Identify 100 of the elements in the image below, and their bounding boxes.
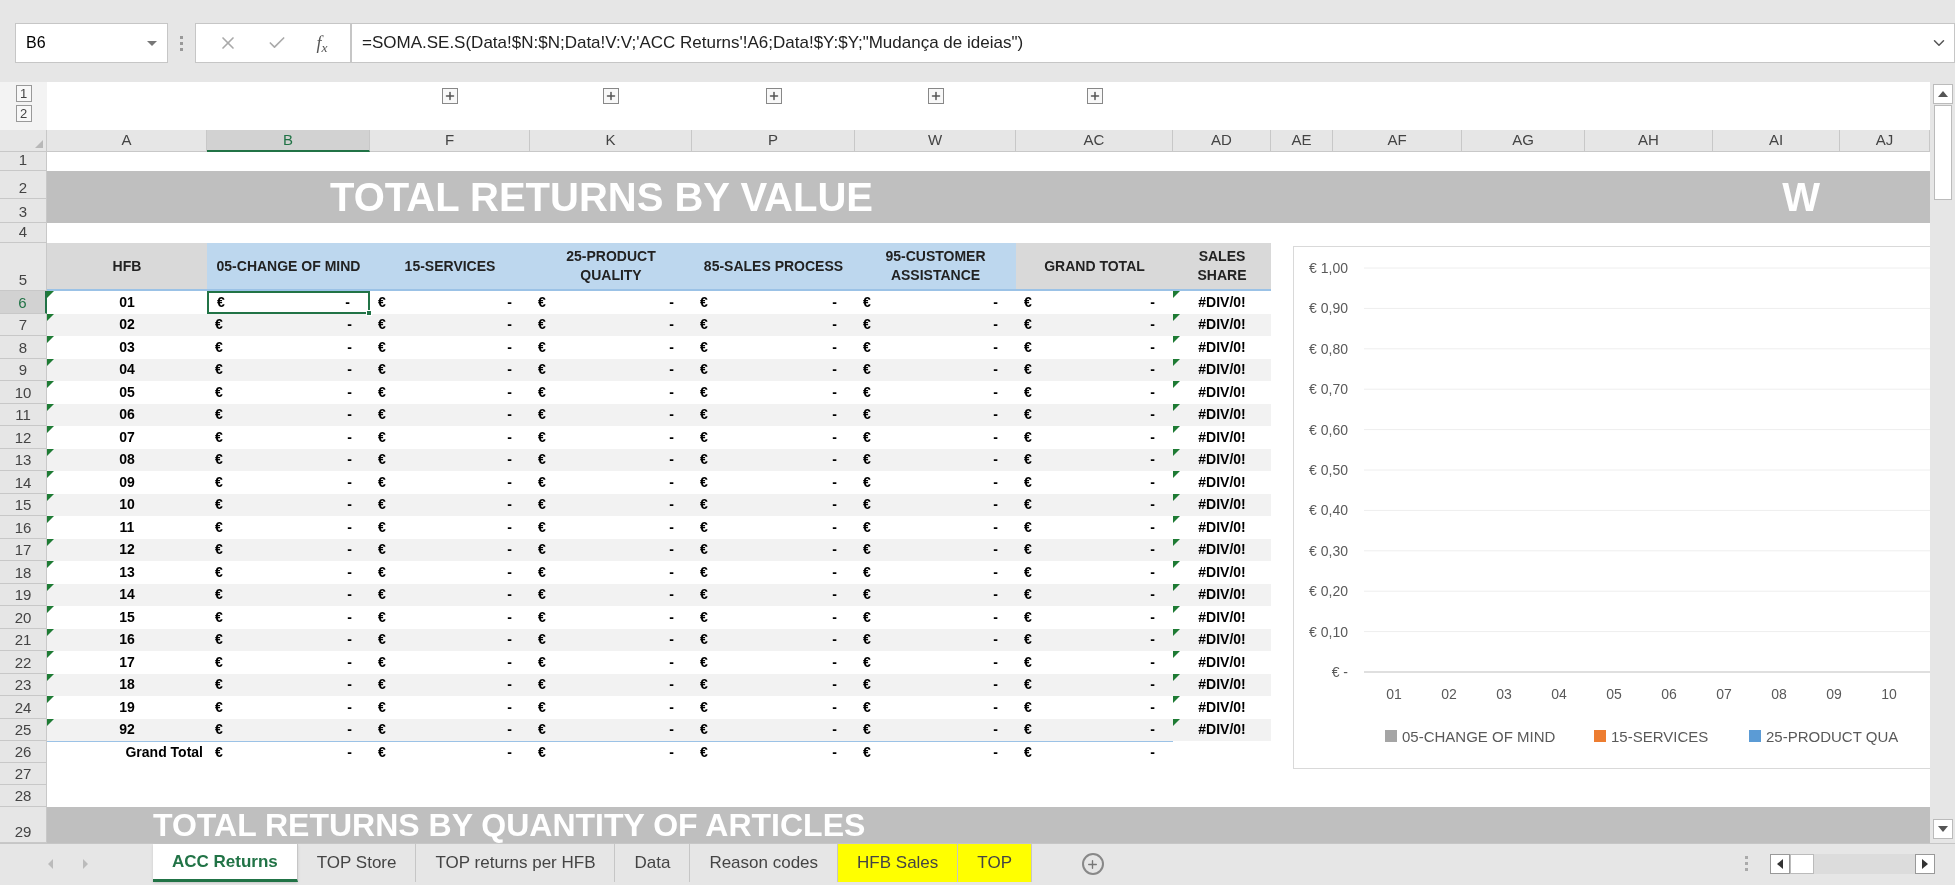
- expand-group-button[interactable]: [765, 88, 782, 104]
- currency-sign: €: [1024, 292, 1032, 312]
- add-sheet-icon[interactable]: [1081, 853, 1104, 875]
- column-header[interactable]: AI: [1713, 130, 1840, 152]
- sales-share-value: #DIV/0!: [1198, 540, 1246, 560]
- hfb-code: 18: [119, 675, 135, 695]
- hfb-code: 13: [119, 562, 135, 582]
- row-header[interactable]: 19: [0, 583, 47, 606]
- row-header[interactable]: 16: [0, 516, 47, 539]
- currency-sign: €: [863, 360, 871, 380]
- column-header[interactable]: AD: [1173, 130, 1271, 152]
- outline-level-button[interactable]: 1: [15, 85, 32, 102]
- row-header[interactable]: 10: [0, 381, 47, 404]
- row-header[interactable]: 18: [0, 561, 47, 584]
- name-box[interactable]: B6: [15, 23, 168, 63]
- active-cell[interactable]: € -: [207, 291, 370, 314]
- sheet-tab[interactable]: TOP: [958, 844, 1032, 882]
- currency-sign: €: [378, 562, 386, 582]
- row-header[interactable]: 28: [0, 785, 47, 807]
- sheet-tab[interactable]: TOP returns per HFB: [416, 844, 616, 882]
- row-header[interactable]: 17: [0, 538, 47, 561]
- hfb-code: 19: [119, 697, 135, 717]
- scroll-right-button[interactable]: [1915, 854, 1935, 874]
- cell-value: -: [832, 585, 837, 605]
- row-header[interactable]: 27: [0, 763, 47, 785]
- column-header[interactable]: AC: [1016, 130, 1173, 152]
- cell-value: -: [347, 517, 352, 537]
- row-header[interactable]: 6: [0, 291, 47, 314]
- cell-value: -: [993, 292, 998, 312]
- currency-sign: €: [215, 697, 223, 717]
- currency-sign: €: [215, 743, 223, 762]
- row-header[interactable]: 8: [0, 336, 47, 359]
- row-header[interactable]: 14: [0, 471, 47, 494]
- row-header[interactable]: 7: [0, 313, 47, 336]
- outline-level-button[interactable]: 2: [15, 105, 32, 122]
- cell-value: -: [832, 540, 837, 560]
- column-header[interactable]: AF: [1333, 130, 1462, 152]
- row-header[interactable]: 24: [0, 696, 47, 719]
- row-header[interactable]: 9: [0, 358, 47, 381]
- row-header[interactable]: 23: [0, 673, 47, 696]
- sales-share-value: #DIV/0!: [1198, 697, 1246, 717]
- column-header[interactable]: AJ: [1840, 130, 1930, 152]
- currency-sign: €: [700, 607, 708, 627]
- currency-sign: €: [863, 607, 871, 627]
- row-header[interactable]: 29: [0, 807, 47, 843]
- column-header[interactable]: K: [530, 130, 692, 152]
- column-header[interactable]: F: [370, 130, 530, 152]
- column-header[interactable]: W: [855, 130, 1016, 152]
- cell-value: -: [669, 675, 674, 695]
- formula-field[interactable]: =SOMA.SE.S(Data!$N:$N;Data!V:V;'ACC Returns'!A6;Data!$Y:$Y;"Mudança de ideias"): [351, 23, 1955, 63]
- row-header[interactable]: 26: [0, 741, 47, 763]
- expand-group-button[interactable]: [927, 88, 944, 104]
- sheet-tab[interactable]: ACC Returns: [153, 844, 298, 882]
- column-header[interactable]: A: [47, 130, 207, 152]
- sheet-tab[interactable]: HFB Sales: [838, 844, 959, 882]
- column-header[interactable]: AG: [1462, 130, 1585, 152]
- expand-group-button[interactable]: [603, 88, 619, 104]
- expand-group-button[interactable]: [442, 88, 458, 104]
- row-header[interactable]: 1: [0, 152, 47, 171]
- row-header[interactable]: 12: [0, 426, 47, 449]
- row-header[interactable]: 11: [0, 403, 47, 426]
- horizontal-scrollbar[interactable]: [1770, 854, 1935, 874]
- cell-value: -: [1150, 315, 1155, 335]
- row-header[interactable]: 13: [0, 448, 47, 471]
- scroll-down-button[interactable]: [1932, 819, 1953, 839]
- scroll-thumb[interactable]: [1790, 854, 1814, 874]
- insert-function-button[interactable]: f$_{x}$: [316, 29, 328, 57]
- row-header[interactable]: 5: [0, 243, 47, 291]
- currency-sign: €: [215, 495, 223, 515]
- sales-share-value: #DIV/0!: [1198, 630, 1246, 650]
- cell-value: -: [993, 675, 998, 695]
- cell-value: -: [669, 360, 674, 380]
- scroll-thumb[interactable]: [1933, 105, 1952, 200]
- row-header[interactable]: 21: [0, 628, 47, 651]
- row-header[interactable]: 15: [0, 493, 47, 516]
- expand-group-button[interactable]: [1086, 88, 1103, 104]
- row-header[interactable]: 25: [0, 718, 47, 741]
- currency-sign: €: [863, 743, 871, 762]
- column-header[interactable]: P: [692, 130, 855, 152]
- sheet-tab[interactable]: Data: [615, 844, 691, 882]
- currency-sign: €: [863, 450, 871, 470]
- scroll-up-button[interactable]: [1932, 84, 1953, 104]
- currency-sign: €: [378, 337, 386, 357]
- row-header[interactable]: 3: [0, 199, 47, 223]
- cell-value: -: [507, 315, 512, 335]
- scroll-left-button[interactable]: [1770, 854, 1790, 874]
- cell-value: -: [1150, 292, 1155, 312]
- sheet-tab[interactable]: TOP Store: [297, 844, 417, 882]
- currency-sign: €: [863, 697, 871, 717]
- column-header[interactable]: AH: [1585, 130, 1713, 152]
- row-header[interactable]: 22: [0, 651, 47, 674]
- fill-handle[interactable]: [366, 309, 372, 316]
- row-header[interactable]: 2: [0, 171, 47, 199]
- row-header[interactable]: 4: [0, 223, 47, 243]
- column-header[interactable]: AE: [1271, 130, 1333, 152]
- cell-value: -: [832, 517, 837, 537]
- currency-sign: €: [378, 360, 386, 380]
- column-header[interactable]: B: [207, 130, 370, 152]
- sales-share-value: #DIV/0!: [1198, 405, 1246, 425]
- row-header[interactable]: 20: [0, 606, 47, 629]
